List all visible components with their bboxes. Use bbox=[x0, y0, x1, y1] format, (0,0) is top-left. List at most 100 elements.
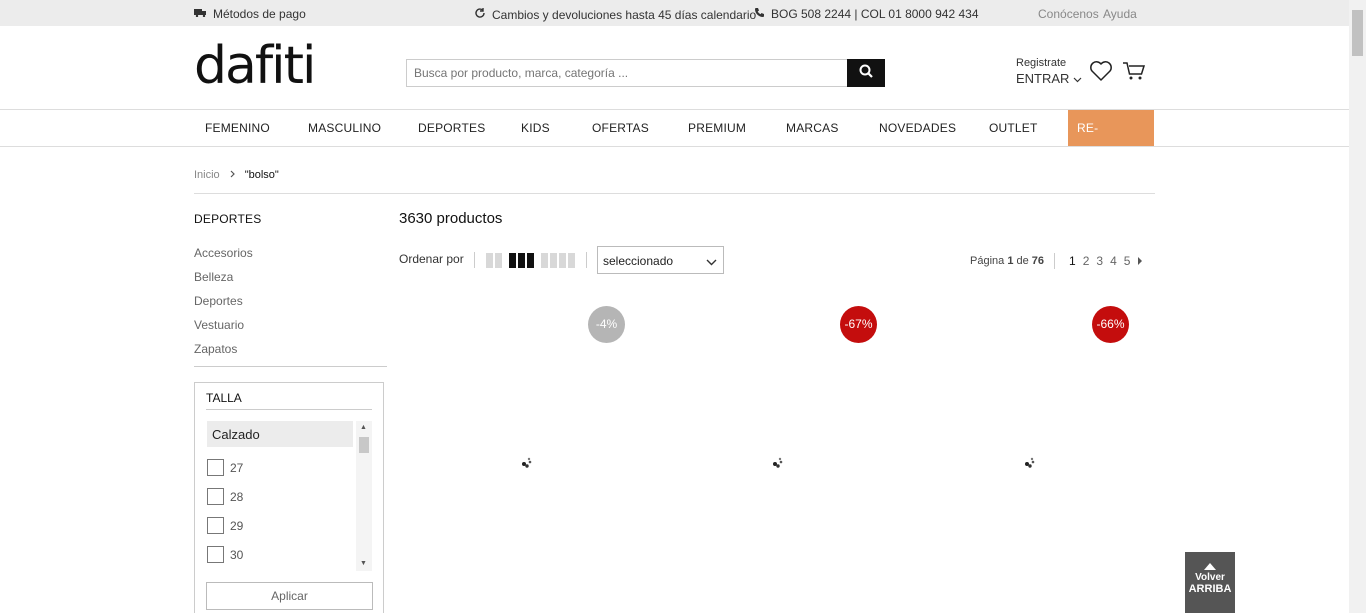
account-menu[interactable]: Registrate ENTRAR bbox=[1016, 57, 1082, 86]
product-count: 3630 productos bbox=[399, 210, 503, 227]
nav-ofertas[interactable]: OFERTAS bbox=[592, 110, 649, 146]
login-dropdown[interactable]: ENTRAR bbox=[1016, 71, 1082, 86]
discount-badge: -67% bbox=[840, 306, 877, 343]
category-zapatos[interactable]: Zapatos bbox=[194, 342, 237, 356]
category-deportes[interactable]: Deportes bbox=[194, 294, 243, 308]
returns-link[interactable]: Cambios y devoluciones hasta 45 días cal… bbox=[474, 7, 756, 22]
divider bbox=[194, 193, 1155, 194]
page-link-4[interactable]: 4 bbox=[1110, 254, 1117, 268]
discount-badge: -4% bbox=[588, 306, 625, 343]
nav-outlet[interactable]: OUTLET bbox=[989, 110, 1038, 146]
filter-group-header: Calzado bbox=[207, 421, 353, 447]
nav-masculino[interactable]: MASCULINO bbox=[308, 110, 381, 146]
sort-value: seleccionado bbox=[603, 254, 674, 268]
category-belleza[interactable]: Belleza bbox=[194, 270, 233, 284]
divider bbox=[194, 366, 387, 367]
pagination: 1 2 3 4 5 bbox=[1069, 254, 1143, 268]
divider bbox=[1054, 253, 1055, 269]
sort-select[interactable]: seleccionado bbox=[597, 246, 724, 274]
scroll-down-icon[interactable]: ▼ bbox=[360, 560, 367, 567]
login-label: ENTRAR bbox=[1016, 71, 1070, 86]
search-icon bbox=[859, 64, 873, 83]
product-card[interactable]: -4% bbox=[399, 306, 639, 613]
filter-scrollbar[interactable]: ▲ ▼ bbox=[356, 421, 372, 571]
back-to-top-button[interactable]: Volver ARRIBA bbox=[1185, 552, 1235, 613]
payment-methods-link[interactable]: Métodos de pago bbox=[194, 7, 306, 21]
discount-badge: -66% bbox=[1092, 306, 1129, 343]
sidebar-section-title: DEPORTES bbox=[194, 212, 262, 226]
nav-femenino[interactable]: FEMENINO bbox=[205, 110, 270, 146]
nav-novedades[interactable]: NOVEDADES bbox=[879, 110, 956, 146]
scroll-thumb[interactable] bbox=[359, 437, 369, 453]
size-option-28[interactable]: 28 bbox=[207, 488, 243, 505]
help-link[interactable]: Ayuda bbox=[1103, 7, 1137, 21]
phone-info: BOG 508 2244 | COL 01 8000 942 434 bbox=[754, 7, 979, 21]
wishlist-heart-icon[interactable] bbox=[1089, 60, 1113, 87]
phone-label: BOG 508 2244 | COL 01 8000 942 434 bbox=[771, 7, 979, 21]
back-to-top-line2: ARRIBA bbox=[1188, 583, 1232, 595]
size-option-29[interactable]: 29 bbox=[207, 517, 243, 534]
grid-2-columns-button[interactable] bbox=[486, 253, 502, 268]
grid-4-columns-button[interactable] bbox=[541, 253, 575, 268]
scroll-up-icon[interactable]: ▲ bbox=[360, 424, 367, 431]
product-card[interactable]: -66% bbox=[903, 306, 1143, 613]
size-label: 30 bbox=[230, 547, 244, 562]
nav-kids[interactable]: KIDS bbox=[521, 110, 550, 146]
page-link-1[interactable]: 1 bbox=[1069, 254, 1076, 268]
breadcrumb-home[interactable]: Inicio bbox=[194, 169, 220, 181]
grid-3-columns-button[interactable] bbox=[509, 253, 534, 268]
search-input[interactable] bbox=[406, 59, 848, 87]
loading-spinner-icon bbox=[521, 455, 535, 474]
checkbox[interactable] bbox=[207, 459, 224, 476]
nav-premium[interactable]: PREMIUM bbox=[688, 110, 746, 146]
arrow-up-icon bbox=[1185, 562, 1235, 572]
dafiti-logo[interactable]: dafiti bbox=[194, 40, 316, 92]
about-link[interactable]: Conócenos bbox=[1038, 7, 1099, 21]
sort-label: Ordenar por bbox=[399, 252, 464, 266]
truck-icon bbox=[194, 8, 207, 20]
refresh-icon bbox=[474, 7, 486, 22]
filter-title: TALLA bbox=[206, 391, 242, 405]
nav-reactivate[interactable]: RE-ACTÍVATE bbox=[1068, 110, 1154, 171]
apply-filter-button[interactable]: Aplicar bbox=[206, 582, 373, 610]
payment-methods-label: Métodos de pago bbox=[213, 7, 306, 21]
category-accesorios[interactable]: Accesorios bbox=[194, 246, 253, 260]
page-link-3[interactable]: 3 bbox=[1096, 254, 1103, 268]
cart-icon[interactable] bbox=[1122, 61, 1146, 86]
size-filter: TALLA Calzado ▲ ▼ 27 28 29 30 Aplicar bbox=[194, 382, 384, 613]
chevron-down-icon bbox=[706, 255, 717, 269]
next-page-icon[interactable] bbox=[1137, 254, 1143, 268]
page-scroll-thumb[interactable] bbox=[1352, 10, 1363, 56]
divider bbox=[206, 409, 372, 410]
page-scrollbar[interactable] bbox=[1349, 0, 1366, 613]
site-header: dafiti Registrate ENTRAR bbox=[0, 26, 1349, 110]
main-nav: FEMENINO MASCULINO DEPORTES KIDS OFERTAS… bbox=[0, 110, 1349, 171]
nav-marcas[interactable]: MARCAS bbox=[786, 110, 839, 146]
size-label: 28 bbox=[230, 489, 244, 504]
nav-deportes[interactable]: DEPORTES bbox=[418, 110, 485, 146]
loading-spinner-icon bbox=[772, 455, 786, 474]
size-label: 27 bbox=[230, 460, 244, 475]
divider bbox=[474, 252, 475, 268]
chevron-right-icon bbox=[230, 169, 235, 181]
page-total: 76 bbox=[1031, 255, 1045, 267]
category-vestuario[interactable]: Vestuario bbox=[194, 318, 244, 332]
checkbox[interactable] bbox=[207, 546, 224, 563]
page-prefix: Página bbox=[970, 255, 1008, 267]
size-option-30[interactable]: 30 bbox=[207, 546, 243, 563]
page-link-2[interactable]: 2 bbox=[1083, 254, 1090, 268]
page-middle: de bbox=[1013, 255, 1032, 267]
product-card[interactable]: -67% bbox=[651, 306, 891, 613]
checkbox[interactable] bbox=[207, 517, 224, 534]
breadcrumb-current: "bolso" bbox=[244, 169, 279, 181]
loading-spinner-icon bbox=[1024, 455, 1038, 474]
checkbox[interactable] bbox=[207, 488, 224, 505]
utility-bar: Métodos de pago Cambios y devoluciones h… bbox=[0, 0, 1349, 26]
page-link-5[interactable]: 5 bbox=[1124, 254, 1131, 268]
chevron-down-icon bbox=[1073, 71, 1082, 86]
size-option-27[interactable]: 27 bbox=[207, 459, 243, 476]
returns-label: Cambios y devoluciones hasta 45 días cal… bbox=[492, 7, 757, 22]
divider bbox=[586, 252, 587, 268]
register-link[interactable]: Registrate bbox=[1016, 57, 1082, 69]
search-button[interactable] bbox=[847, 59, 885, 87]
